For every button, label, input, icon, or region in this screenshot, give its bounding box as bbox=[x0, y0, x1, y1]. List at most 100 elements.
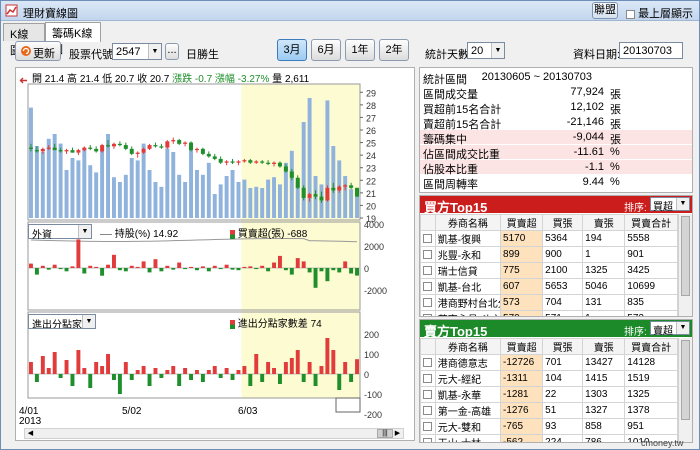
table-header-cell[interactable]: 券商名稱 bbox=[434, 338, 502, 355]
chevron-down-icon[interactable]: ▼ bbox=[676, 198, 689, 210]
connect-button[interactable]: 聯盟 bbox=[592, 2, 618, 19]
period-3m-button[interactable]: 3月 bbox=[277, 39, 307, 61]
refresh-button[interactable]: 更新 bbox=[15, 41, 61, 61]
candle-body bbox=[141, 148, 146, 153]
table-header-cell[interactable]: 賣張 bbox=[582, 338, 626, 355]
netbuy-bar bbox=[283, 268, 288, 271]
row-checkbox-cell[interactable] bbox=[420, 246, 436, 263]
table-row[interactable]: 元大-雙和 -765 93 858 951 bbox=[420, 418, 678, 435]
table-header-cell[interactable]: 買張 bbox=[542, 214, 584, 231]
scroll-left-icon[interactable]: ◀ bbox=[25, 429, 36, 438]
table-header-cell[interactable]: 券商名稱 bbox=[434, 214, 502, 231]
row-checkbox-cell[interactable] bbox=[420, 402, 436, 419]
topmost-checkbox[interactable] bbox=[626, 9, 635, 19]
row-checkbox-cell[interactable] bbox=[420, 418, 436, 435]
table-cell: -12726 bbox=[500, 354, 544, 371]
stock-chart[interactable]: 2928272625242322212019400020000-20002001… bbox=[16, 68, 414, 440]
row-checkbox[interactable] bbox=[423, 421, 432, 431]
row-checkbox[interactable] bbox=[423, 233, 432, 243]
table-header-cell[interactable]: 買賣超 bbox=[500, 338, 544, 355]
sell-top-header: 賣方Top15 排序: 賣超 ▼ bbox=[420, 320, 692, 339]
table-row[interactable]: 華南永昌-斗六5705711572 bbox=[420, 310, 678, 316]
topmost-toggle[interactable]: 最上層顯示 bbox=[626, 5, 693, 21]
row-checkbox-cell[interactable] bbox=[420, 262, 436, 279]
row-checkbox[interactable] bbox=[423, 265, 432, 275]
row-checkbox[interactable] bbox=[423, 405, 432, 415]
stock-code-combo[interactable]: 2547 ▼ bbox=[112, 43, 162, 60]
table-cell: 93 bbox=[542, 418, 584, 435]
row-checkbox-cell[interactable] bbox=[420, 354, 436, 371]
row-checkbox-cell[interactable] bbox=[420, 230, 436, 247]
panel3-source-combo[interactable]: 進出分點家... ▼ bbox=[28, 314, 96, 329]
netbuy-bar bbox=[129, 265, 134, 268]
more-button[interactable]: ... bbox=[165, 43, 179, 60]
table-row[interactable]: 元大-經紀 -1311 104 1415 1519 bbox=[420, 370, 678, 387]
buy-sort-combo[interactable]: 買超 ▼ bbox=[650, 197, 690, 213]
chevron-down-icon[interactable]: ▼ bbox=[491, 43, 504, 58]
table-row[interactable]: 第一金-高雄 -1276 51 1327 1378 bbox=[420, 402, 678, 419]
row-checkbox-cell[interactable] bbox=[420, 294, 436, 311]
scroll-thumb[interactable]: ||| bbox=[377, 429, 393, 438]
table-row[interactable]: 瑞士信貸 775 2100 1325 3425 bbox=[420, 262, 678, 279]
table-row[interactable]: 港商野村台北分...573704131835 bbox=[420, 294, 678, 311]
hold-value: 14.92 bbox=[153, 229, 179, 240]
table-header-cell[interactable]: 賣張 bbox=[582, 214, 626, 231]
buy-top-table[interactable]: 券商名稱 買賣超 買張 賣張 買賣合計 凱基-復興 5170 5364 194 5558 兆豐-永和… bbox=[420, 214, 678, 316]
panel2-source-combo[interactable]: 外資 ▼ bbox=[28, 224, 92, 241]
chart-area[interactable]: 29 28 27 26 25 24 23 22 21 20 19 4000 2000 0 -2000 200 1… bbox=[15, 67, 415, 441]
table-row[interactable]: 玉山-士林-5622247861010 bbox=[420, 434, 678, 442]
row-checkbox-cell[interactable] bbox=[420, 386, 436, 403]
sell-scroll-thumb[interactable] bbox=[681, 340, 690, 420]
table-cell: 1519 bbox=[624, 370, 678, 387]
netbuy-bar bbox=[355, 268, 359, 276]
table-header-cell[interactable]: 買賣合計 bbox=[624, 338, 678, 355]
buy-scroll-thumb[interactable] bbox=[681, 216, 690, 296]
period-1y-button[interactable]: 1年 bbox=[345, 39, 375, 61]
netbuy-bar bbox=[266, 268, 271, 272]
row-checkbox-cell[interactable] bbox=[420, 310, 436, 316]
table-header-cell[interactable]: 買賣合計 bbox=[624, 214, 678, 231]
table-row[interactable]: 港商德意志 -12726 701 13427 14128 bbox=[420, 354, 678, 371]
row-checkbox[interactable] bbox=[423, 389, 432, 399]
row-checkbox-cell[interactable] bbox=[420, 370, 436, 387]
stat-days-combo[interactable]: 20 ▼ bbox=[467, 42, 505, 59]
row-checkbox[interactable] bbox=[423, 297, 432, 307]
row-checkbox[interactable] bbox=[423, 437, 432, 442]
close-value: 20.7 bbox=[149, 74, 170, 85]
table-row[interactable]: 凱基-台北 607 5653 5046 10699 bbox=[420, 278, 678, 295]
period-2y-button[interactable]: 2年 bbox=[379, 39, 409, 61]
table-header-cell[interactable]: 買張 bbox=[542, 338, 584, 355]
branch-bar bbox=[319, 366, 324, 374]
chevron-down-icon[interactable]: ▼ bbox=[676, 322, 689, 334]
high-label: 高 bbox=[67, 74, 78, 85]
row-checkbox[interactable] bbox=[423, 281, 432, 291]
candle-body bbox=[248, 160, 253, 163]
scroll-right-icon[interactable]: ▶ bbox=[392, 429, 403, 438]
horizontal-scrollbar[interactable]: ◀ ||| ▶ bbox=[24, 428, 404, 439]
netbuy-bar bbox=[52, 264, 57, 268]
table-row[interactable]: 凱基-永華 -1281 22 1303 1325 bbox=[420, 386, 678, 403]
row-checkbox[interactable] bbox=[423, 249, 432, 259]
buy-vertical-scrollbar[interactable] bbox=[678, 214, 692, 316]
sell-top-table[interactable]: 券商名稱 買賣超 買張 賣張 買賣合計 港商德意志 -12726 701 13427 14128 元… bbox=[420, 338, 678, 442]
chevron-down-icon[interactable]: ▼ bbox=[82, 315, 95, 328]
back-arrow-icon[interactable] bbox=[19, 76, 28, 85]
branch-bar bbox=[135, 370, 140, 374]
close-label: 收 bbox=[137, 74, 148, 85]
sell-vertical-scrollbar[interactable] bbox=[678, 338, 692, 442]
table-header-cell[interactable]: 買賣超 bbox=[500, 214, 544, 231]
branch-bar bbox=[183, 368, 188, 374]
chevron-down-icon[interactable]: ▼ bbox=[78, 225, 91, 238]
data-date-field[interactable]: 20130703 bbox=[619, 42, 683, 59]
branch-value: 74 bbox=[310, 319, 322, 330]
sell-sort-combo[interactable]: 賣超 ▼ bbox=[650, 321, 690, 337]
table-row[interactable]: 兆豐-永和 899 900 1 901 bbox=[420, 246, 678, 263]
row-checkbox-cell[interactable] bbox=[420, 278, 436, 295]
row-checkbox-cell[interactable] bbox=[420, 434, 436, 442]
period-6m-button[interactable]: 6月 bbox=[311, 39, 341, 61]
row-checkbox[interactable] bbox=[423, 313, 432, 316]
chevron-down-icon[interactable]: ▼ bbox=[148, 44, 161, 59]
row-checkbox[interactable] bbox=[423, 357, 432, 367]
row-checkbox[interactable] bbox=[423, 373, 432, 383]
table-row[interactable]: 凱基-復興 5170 5364 194 5558 bbox=[420, 230, 678, 247]
